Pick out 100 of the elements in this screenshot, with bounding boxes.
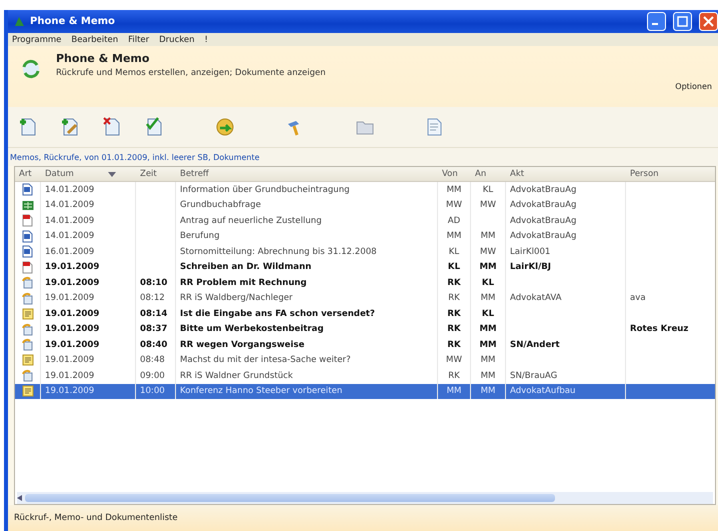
from-cell: RK [447, 278, 461, 288]
spreadsheet-icon [22, 200, 34, 211]
pdf-document-icon [22, 214, 33, 228]
date-cell: 19.01.2009 [45, 293, 94, 304]
memo-note-icon [22, 385, 34, 398]
to-cell: MM [480, 386, 496, 396]
from-cell: KL [448, 262, 460, 272]
column-header[interactable]: Zeit [140, 169, 157, 179]
date-cell: 19.01.2009 [45, 262, 100, 272]
column-header[interactable]: Person [630, 169, 659, 179]
date-cell: 14.01.2009 [45, 216, 94, 226]
subject-cell: RR iS Waldberg/Nachleger [180, 293, 293, 304]
filter-link[interactable]: Memos, Rückrufe, von 01.01.2009, inkl. leerer SB, Dokumente [8, 147, 718, 166]
from-cell: MM [446, 386, 462, 396]
from-cell: RK [447, 324, 461, 334]
from-cell: RK [448, 293, 460, 304]
date-cell: 19.01.2009 [45, 324, 100, 334]
date-cell: 14.01.2009 [45, 200, 94, 210]
file-cell: AdvokatBrauAg [510, 184, 576, 195]
menu-item[interactable]: ! [204, 34, 208, 44]
close-button[interactable] [699, 12, 718, 31]
subject-cell: Machst du mit der intesa-Sache weiter? [180, 355, 351, 366]
status-text: Rückruf-, Memo- und Dokumentenliste [8, 505, 718, 531]
window-title: Phone & Memo [30, 16, 116, 27]
date-cell: 14.01.2009 [45, 231, 94, 242]
sort-arrow-icon[interactable] [108, 172, 116, 176]
maximize-button[interactable] [673, 12, 692, 31]
selected-row[interactable]: 19.01.2009 10:00 Konferenz Hanno Steeber vorbereiten MM MM AdvokatAufbau [15, 384, 715, 399]
from-cell: RK [447, 308, 461, 319]
time-cell: 09:00 [140, 370, 165, 381]
from-cell: MM [446, 231, 462, 242]
refresh-folder-icon[interactable] [214, 116, 236, 138]
file-cell: AdvokatBrauAg [510, 216, 576, 226]
phone-note-icon [22, 369, 33, 382]
from-cell: MM [446, 184, 462, 195]
file-cell: LairKl001 [510, 246, 550, 257]
from-cell: RK [448, 370, 460, 381]
to-cell: KL [482, 278, 494, 288]
subject-cell: Berufung [180, 231, 220, 242]
menu-item[interactable]: Filter [128, 34, 150, 44]
to-cell: MM [480, 355, 496, 366]
menu-item[interactable]: Bearbeiten [71, 34, 118, 44]
file-cell: AdvokatAVA [510, 293, 562, 304]
subject-cell: Antrag auf neuerliche Zustellung [180, 216, 322, 226]
date-cell: 19.01.2009 [45, 308, 100, 319]
app-icon [14, 16, 25, 27]
horizontal-scrollbar[interactable] [17, 492, 713, 504]
time-cell: 08:12 [140, 293, 165, 304]
header-subtitle: Rückrufe und Memos erstellen, anzeigen; Dokumente anzeigen [56, 68, 327, 78]
time-cell: 08:48 [140, 355, 165, 366]
from-cell: KL [448, 246, 460, 257]
date-cell: 19.01.2009 [45, 370, 94, 381]
date-cell: 19.01.2009 [45, 355, 94, 366]
scroll-left-icon[interactable] [17, 495, 23, 501]
subject-cell: Konferenz Hanno Steeber vorbereiten [180, 386, 342, 396]
from-cell: MW [446, 355, 462, 366]
header-title: Phone & Memo [56, 52, 150, 65]
subject-cell: Information über Grundbucheintragung [180, 184, 350, 195]
column-header[interactable]: Betreff [180, 169, 209, 179]
menu-item[interactable]: Programme [12, 34, 62, 44]
file-cell: SN/BrauAG [510, 370, 558, 381]
word-document-icon [22, 230, 33, 243]
subject-cell: Stornomitteilung: Abrechnung bis 31.12.2008 [180, 246, 377, 257]
column-header[interactable]: Datum [45, 169, 74, 179]
subject-cell: Grundbuchabfrage [180, 200, 261, 210]
column-header[interactable]: An [475, 169, 486, 179]
from-cell: MW [446, 200, 462, 210]
to-cell: MW [480, 200, 496, 210]
column-header[interactable]: Von [442, 169, 458, 179]
time-cell: 08:40 [140, 340, 168, 350]
to-cell: MM [480, 231, 496, 242]
from-cell: RK [447, 340, 461, 350]
subject-cell: Bitte um Werbekostenbeitrag [180, 324, 324, 334]
subject-cell: RR wegen Vorgangsweise [180, 340, 304, 350]
person-cell: ava [630, 293, 646, 304]
date-cell: 19.01.2009 [45, 386, 94, 396]
file-cell: AdvokatAufbau [510, 386, 576, 396]
minimize-button[interactable] [647, 12, 666, 31]
date-cell: 19.01.2009 [45, 278, 100, 288]
time-cell: 10:00 [140, 386, 165, 396]
subject-cell: Ist die Eingabe ans FA schon versendet? [180, 308, 375, 319]
menu-item[interactable]: Drucken [159, 34, 194, 44]
to-cell: MM [479, 324, 497, 334]
column-header[interactable]: Art [19, 169, 32, 179]
time-cell: 08:14 [140, 308, 168, 319]
column-header[interactable]: Akt [510, 169, 524, 179]
refresh-icon [20, 58, 42, 80]
word-document-icon [22, 183, 33, 196]
phone-note-icon [22, 338, 33, 352]
phone-note-icon [22, 276, 33, 290]
time-cell: 08:37 [140, 324, 168, 334]
person-cell: Rotes Kreuz [630, 324, 688, 334]
file-cell: SN/Andert [510, 340, 560, 350]
from-cell: AD [448, 216, 460, 226]
date-cell: 14.01.2009 [45, 184, 94, 195]
to-cell: MW [480, 246, 496, 257]
phone-note-icon [22, 292, 33, 305]
options-link[interactable]: Optionen [675, 82, 712, 91]
subject-cell: RR Problem mit Rechnung [180, 278, 307, 288]
to-cell: MM [480, 370, 496, 381]
